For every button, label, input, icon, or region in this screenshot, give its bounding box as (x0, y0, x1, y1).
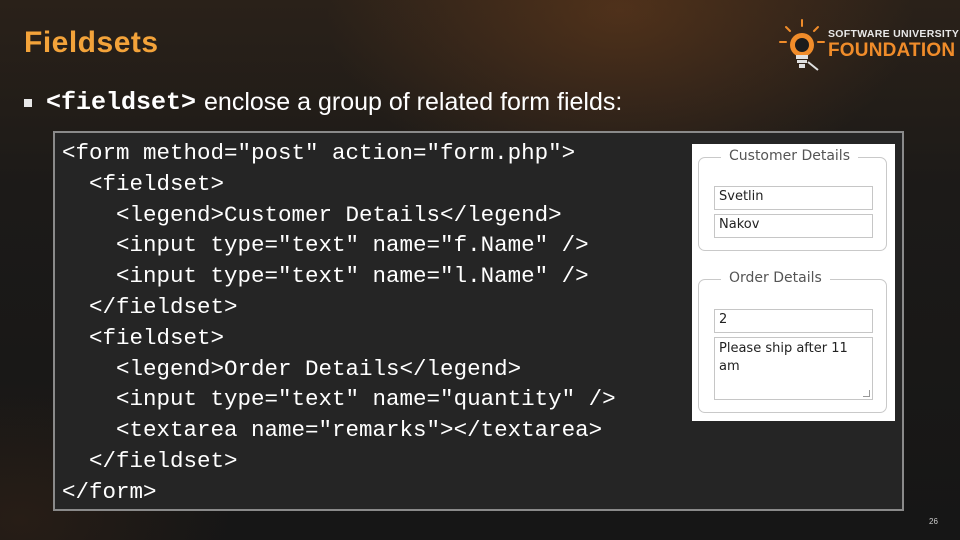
order-details-legend: Order Details (721, 270, 830, 286)
software-university-logo: SOFTWARE UNIVERSITY FOUNDATION (778, 18, 959, 72)
code-line: </fieldset> (62, 447, 238, 474)
last-name-input[interactable]: Nakov (714, 214, 873, 238)
first-name-input[interactable]: Svetlin (714, 186, 873, 210)
code-line: <input type="text" name="quantity" /> (62, 386, 616, 413)
code-line: <form method="post" action="form.php"> (62, 140, 576, 166)
code-line: </form> (62, 478, 157, 505)
order-details-fieldset: Order Details 2 Please ship after 11 am (698, 270, 887, 413)
code-line: <input type="text" name="l.Name" /> (62, 263, 589, 290)
form-preview: Customer Details Svetlin Nakov Order Det… (692, 144, 895, 421)
code-block: <form method="post" action="form.php"> <… (62, 138, 616, 508)
quantity-input[interactable]: 2 (714, 309, 873, 333)
bullet-text: enclose a group of related form fields: (204, 87, 623, 116)
remarks-textarea[interactable]: Please ship after 11 am (714, 337, 873, 400)
bullet-square-icon (24, 99, 32, 107)
bullet-code-tag: <fieldset> (46, 87, 197, 117)
remarks-text: Please ship after 11 am (719, 341, 848, 374)
code-line: <legend>Customer Details</legend> (62, 201, 562, 228)
bullet-point: <fieldset> enclose a group of related fo… (24, 86, 622, 118)
customer-details-legend: Customer Details (721, 148, 858, 164)
code-line: <textarea name="remarks"></textarea> (62, 417, 603, 444)
code-line: <fieldset> (62, 170, 225, 197)
code-line: <input type="text" name="f.Name" /> (62, 232, 589, 259)
logo-text-top: SOFTWARE UNIVERSITY (828, 28, 960, 40)
logo-text-main: FOUNDATION (828, 40, 956, 61)
slide-title: Fieldsets (24, 26, 159, 59)
code-line: <legend>Order Details</legend> (62, 355, 522, 382)
code-line: <fieldset> (62, 324, 225, 351)
resize-grip-icon[interactable] (863, 390, 870, 397)
page-number: 26 (929, 517, 938, 526)
code-line: </fieldset> (62, 293, 238, 320)
customer-details-fieldset: Customer Details Svetlin Nakov (698, 148, 887, 251)
lightbulb-icon (779, 19, 825, 71)
